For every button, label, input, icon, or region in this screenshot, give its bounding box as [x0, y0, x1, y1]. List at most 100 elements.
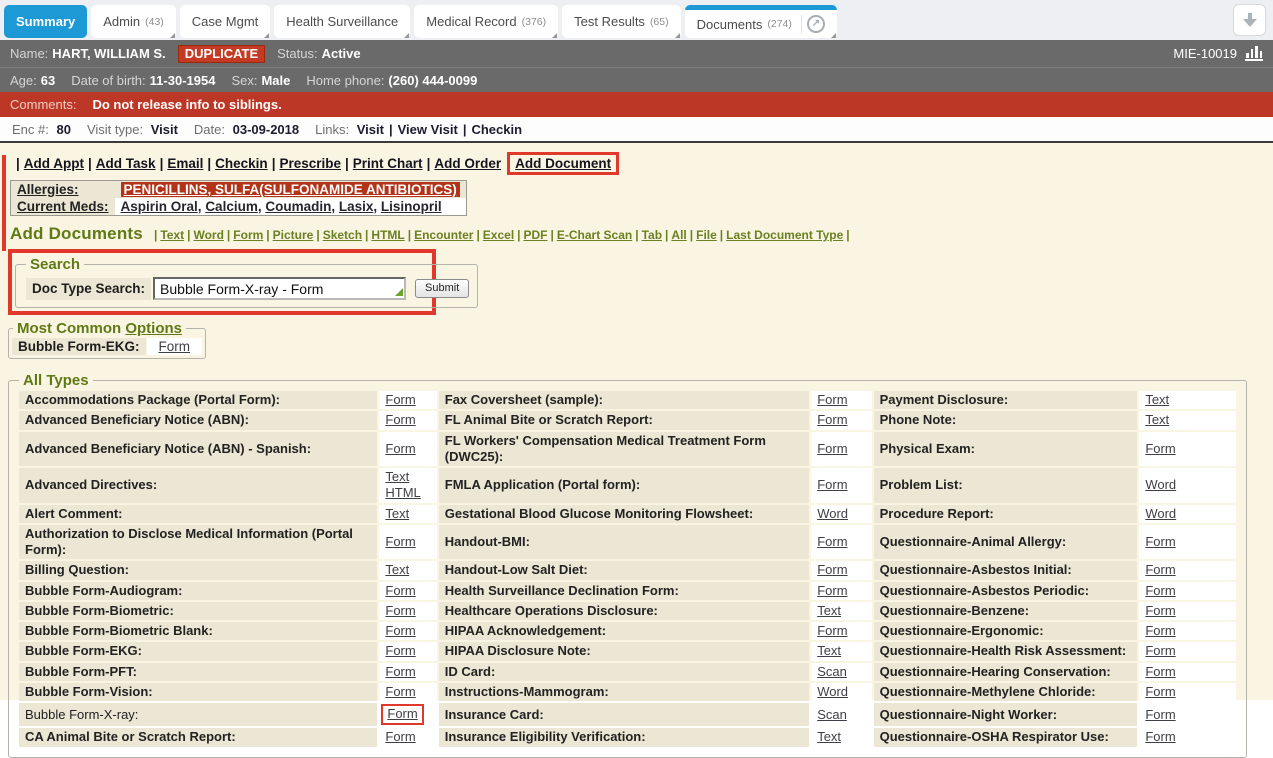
doc-type-link-last-document-type[interactable]: Last Document Type	[726, 228, 843, 242]
doc-type-link-tab[interactable]: Tab	[642, 228, 662, 242]
doc-link-form[interactable]: Form	[1145, 534, 1175, 549]
doc-link-form[interactable]: Form	[385, 583, 415, 598]
tab-summary[interactable]: Summary	[4, 5, 87, 38]
doc-link-form[interactable]: Form	[1145, 603, 1175, 618]
action-link-email[interactable]: Email	[167, 156, 203, 171]
doc-link-form[interactable]: Form	[817, 583, 847, 598]
doc-link-form[interactable]: Form	[387, 706, 417, 721]
doc-link-form[interactable]: Form	[1145, 583, 1175, 598]
doc-type-link-encounter[interactable]: Encounter	[414, 228, 473, 242]
doc-type-link-text[interactable]: Text	[160, 228, 184, 242]
doc-link-form[interactable]: Form	[1145, 441, 1175, 456]
doc-link-text[interactable]: Text	[385, 506, 409, 521]
doc-type-link-excel[interactable]: Excel	[483, 228, 514, 242]
bar-chart-icon[interactable]	[1245, 46, 1263, 61]
doc-link-form[interactable]: Form	[1145, 729, 1175, 744]
doc-link-form[interactable]: Form	[385, 392, 415, 407]
action-link-add-appt[interactable]: Add Appt	[24, 156, 84, 171]
action-link-add-task[interactable]: Add Task	[96, 156, 156, 171]
action-link-prescribe[interactable]: Prescribe	[279, 156, 341, 171]
duplicate-badge[interactable]: DUPLICATE	[178, 45, 265, 63]
doc-type-link-cell: Text	[811, 642, 871, 660]
most-common-legend: Most Common Options	[13, 320, 186, 337]
doc-type-search-input[interactable]	[153, 277, 406, 300]
doc-link-text[interactable]: Text	[385, 469, 409, 485]
doc-type-link-sketch[interactable]: Sketch	[323, 228, 362, 242]
separator: |	[517, 228, 520, 242]
doc-link-form[interactable]: Form	[1145, 707, 1175, 722]
doc-type-link-form[interactable]: Form	[233, 228, 263, 242]
doc-link-form[interactable]: Form	[817, 534, 847, 549]
doc-type-link-all[interactable]: All	[671, 228, 686, 242]
open-in-new-icon[interactable]: ↗	[807, 15, 825, 33]
action-link-add-order[interactable]: Add Order	[434, 156, 501, 171]
doc-type-link-picture[interactable]: Picture	[273, 228, 314, 242]
doc-link-html[interactable]: HTML	[385, 485, 420, 501]
doc-link-form[interactable]: Form	[1145, 623, 1175, 638]
submit-button[interactable]: Submit	[415, 279, 469, 298]
doc-link-form[interactable]: Form	[385, 623, 415, 638]
tab-case-mgmt[interactable]: Case Mgmt	[180, 5, 270, 38]
doc-link-word[interactable]: Word	[1145, 506, 1176, 521]
doc-link-text[interactable]: Text	[817, 729, 841, 744]
doc-link-form[interactable]: Form	[817, 412, 847, 427]
action-link-checkin[interactable]: Checkin	[215, 156, 268, 171]
doc-link-form[interactable]: Form	[1145, 664, 1175, 679]
allergies-label-link[interactable]: Allergies:	[11, 181, 115, 199]
tab-test-results[interactable]: Test Results(65)	[562, 5, 681, 38]
doc-link-form[interactable]: Form	[385, 643, 415, 658]
doc-link-form[interactable]: Form	[385, 684, 415, 699]
doc-link-form[interactable]: Form	[385, 534, 415, 549]
doc-link-form[interactable]: Form	[159, 339, 191, 354]
doc-link-form[interactable]: Form	[817, 441, 847, 456]
tab-label: Test Results	[574, 14, 645, 29]
doc-link-form[interactable]: Form	[817, 477, 847, 492]
doc-link-text[interactable]: Text	[1145, 392, 1169, 407]
med-link-coumadin[interactable]: Coumadin	[265, 199, 331, 214]
doc-link-form[interactable]: Form	[385, 441, 415, 456]
med-link-lisinopril[interactable]: Lisinopril	[381, 199, 442, 214]
doc-type-link-word[interactable]: Word	[193, 228, 223, 242]
action-link-print-chart[interactable]: Print Chart	[353, 156, 423, 171]
med-link-calcium[interactable]: Calcium	[205, 199, 258, 214]
tab-documents[interactable]: Documents(274)↗	[685, 5, 837, 38]
download-button[interactable]	[1233, 4, 1266, 36]
doc-link-form[interactable]: Form	[385, 664, 415, 679]
doc-link-form[interactable]: Form	[385, 729, 415, 744]
encounter-link-view-visit[interactable]: View Visit	[398, 122, 458, 137]
meds-links: Aspirin Oral, Calcium, Coumadin, Lasix, …	[115, 198, 467, 216]
doc-type-link-html[interactable]: HTML	[371, 228, 404, 242]
action-link-add-document[interactable]: Add Document	[515, 156, 611, 171]
doc-link-text[interactable]: Text	[1145, 412, 1169, 427]
tab-admin[interactable]: Admin(43)	[91, 5, 176, 38]
doc-type-link-e-chart-scan[interactable]: E-Chart Scan	[557, 228, 632, 242]
current-meds-label-link[interactable]: Current Meds:	[11, 198, 115, 216]
doc-link-text[interactable]: Text	[817, 643, 841, 658]
tab-health-surveillance[interactable]: Health Surveillance	[274, 5, 410, 38]
doc-link-form[interactable]: Form	[817, 623, 847, 638]
doc-link-word[interactable]: Word	[817, 684, 848, 699]
doc-link-form[interactable]: Form	[817, 392, 847, 407]
doc-link-word[interactable]: Word	[817, 506, 848, 521]
doc-link-scan[interactable]: Scan	[817, 707, 847, 722]
encounter-link-visit[interactable]: Visit	[357, 122, 384, 137]
doc-link-text[interactable]: Text	[817, 603, 841, 618]
doc-link-form[interactable]: Form	[1145, 562, 1175, 577]
med-link-aspirin-oral[interactable]: Aspirin Oral	[121, 199, 198, 214]
options-link[interactable]: Options	[125, 320, 182, 337]
doc-link-form[interactable]: Form	[385, 603, 415, 618]
doc-link-word[interactable]: Word	[1145, 477, 1176, 492]
med-link-lasix[interactable]: Lasix	[339, 199, 374, 214]
doc-link-form[interactable]: Form	[1145, 643, 1175, 658]
doc-link-scan[interactable]: Scan	[817, 664, 847, 679]
doc-type-link-file[interactable]: File	[696, 228, 717, 242]
doc-link-form[interactable]: Form	[385, 412, 415, 427]
doc-type-name: Bubble Form-Vision:	[19, 683, 377, 701]
doc-link-text[interactable]: Text	[385, 562, 409, 577]
allergies-value-link[interactable]: PENICILLINS, SULFA(SULFONAMIDE ANTIBIOTI…	[121, 182, 460, 197]
doc-type-link-pdf[interactable]: PDF	[524, 228, 548, 242]
tab-medical-record[interactable]: Medical Record(376)	[414, 5, 558, 38]
doc-link-form[interactable]: Form	[817, 562, 847, 577]
encounter-link-checkin[interactable]: Checkin	[471, 122, 522, 137]
doc-link-form[interactable]: Form	[1145, 684, 1175, 699]
